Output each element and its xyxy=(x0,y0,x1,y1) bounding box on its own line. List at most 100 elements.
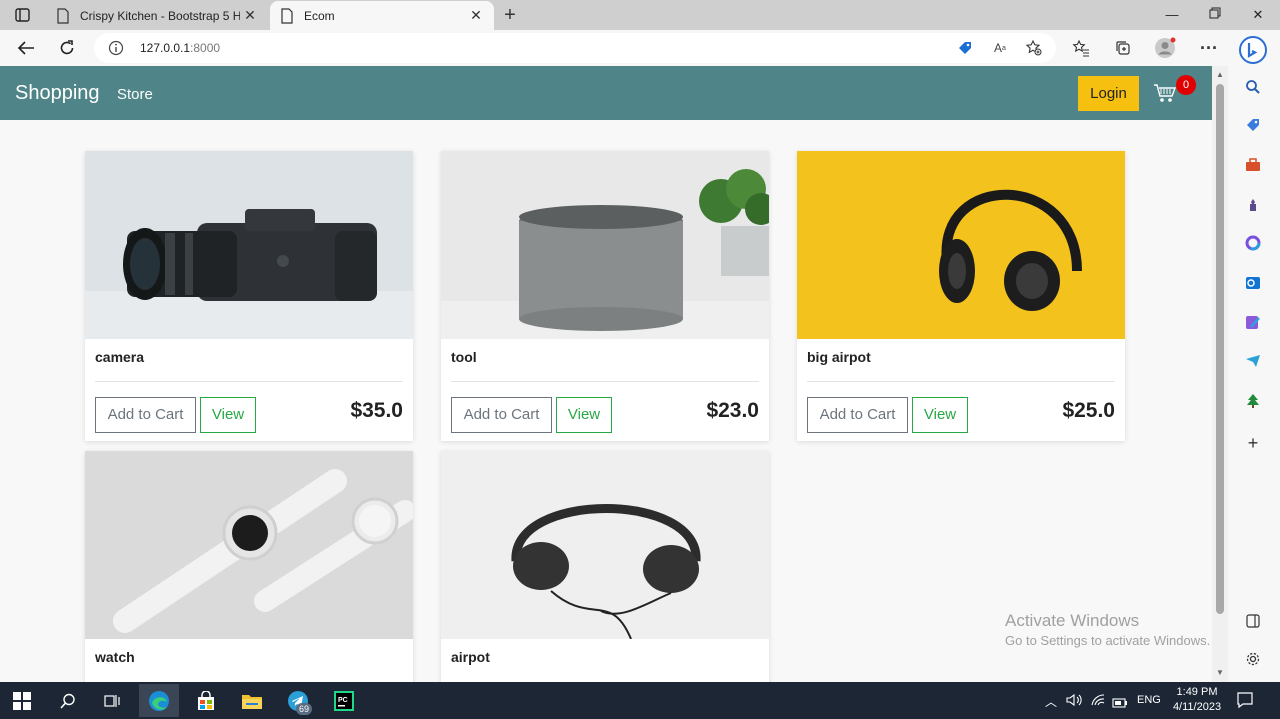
read-aloud-icon[interactable]: Aa xyxy=(991,39,1009,57)
add-favorite-icon[interactable] xyxy=(1025,39,1043,57)
tree-icon[interactable] xyxy=(1242,390,1264,412)
tab-crispy-kitchen[interactable]: Crispy Kitchen - Bootstrap 5 HTML ✕ xyxy=(46,1,268,30)
card-divider xyxy=(451,381,759,382)
view-button[interactable]: View xyxy=(200,397,256,433)
url-host: 127.0.0.1 xyxy=(140,41,191,55)
view-button[interactable]: View xyxy=(912,397,968,433)
card-divider xyxy=(95,381,403,382)
brand-link[interactable]: Shopping xyxy=(15,82,100,105)
taskbar-edge-icon[interactable] xyxy=(139,684,179,717)
restore-icon[interactable] xyxy=(1203,4,1227,26)
view-button[interactable]: View xyxy=(556,397,612,433)
card-divider xyxy=(807,381,1115,382)
close-window-icon[interactable]: ✕ xyxy=(1246,4,1270,26)
send-icon[interactable] xyxy=(1242,350,1264,372)
svg-text:PC: PC xyxy=(338,697,348,704)
volume-icon[interactable] xyxy=(1066,693,1082,712)
battery-icon[interactable] xyxy=(1112,695,1128,713)
more-options-icon[interactable]: ··· xyxy=(1197,36,1221,60)
search-icon[interactable] xyxy=(1242,76,1264,98)
tab-title: Ecom xyxy=(304,8,335,23)
url-text: 127.0.0.1:8000 xyxy=(140,41,220,55)
close-tab-icon[interactable]: ✕ xyxy=(242,7,258,23)
product-card-big-airpot: big airpot Add to Cart View $25.0 xyxy=(797,151,1125,441)
taskbar-store-icon[interactable] xyxy=(186,684,226,717)
product-image[interactable] xyxy=(441,451,769,639)
info-icon[interactable] xyxy=(108,40,124,56)
profile-avatar[interactable] xyxy=(1153,36,1177,60)
page-viewport: Shopping Store Login 0 camera Add to Car… xyxy=(0,66,1212,682)
clock-date: 4/11/2023 xyxy=(1172,701,1222,713)
minimize-icon[interactable]: — xyxy=(1160,4,1184,26)
add-to-cart-button[interactable]: Add to Cart xyxy=(451,397,552,433)
activation-watermark-text: Go to Settings to activate Windows. xyxy=(1005,633,1211,648)
close-tab-icon[interactable]: ✕ xyxy=(468,7,484,23)
tray-overflow-chevron-icon[interactable]: ︿ xyxy=(1045,693,1057,710)
site-navbar: Shopping Store Login 0 xyxy=(0,66,1212,120)
taskbar-telegram-icon[interactable]: 69 xyxy=(278,684,318,717)
tab-strip: Crispy Kitchen - Bootstrap 5 HTML ✕ Ecom… xyxy=(0,0,1280,30)
windows-taskbar: 69 PC ︿ ENG 1:49 PM 4/11/2023 xyxy=(0,682,1280,719)
tab-actions-icon[interactable] xyxy=(14,6,32,24)
scroll-thumb[interactable] xyxy=(1216,84,1224,614)
tools-icon[interactable] xyxy=(1242,154,1264,176)
product-card-camera: camera Add to Cart View $35.0 xyxy=(85,151,413,441)
wifi-icon[interactable] xyxy=(1090,693,1106,712)
taskbar-search-icon[interactable] xyxy=(48,684,88,717)
scroll-up-arrow-icon[interactable]: ▲ xyxy=(1215,70,1225,80)
microsoft-365-icon[interactable] xyxy=(1242,232,1264,254)
taskbar-clock[interactable]: 1:49 PM 4/11/2023 xyxy=(1168,685,1226,715)
scroll-down-arrow-icon[interactable]: ▼ xyxy=(1215,668,1225,678)
address-bar[interactable]: 127.0.0.1:8000 Aa xyxy=(94,33,1056,63)
coupon-tag-icon[interactable] xyxy=(956,39,974,57)
new-tab-icon[interactable]: + xyxy=(500,4,520,26)
page-icon xyxy=(57,7,69,24)
product-image[interactable] xyxy=(85,451,413,639)
hide-sidebar-icon[interactable] xyxy=(1242,610,1264,632)
collections-icon[interactable] xyxy=(1111,36,1135,60)
product-image[interactable] xyxy=(797,151,1125,339)
favorites-icon[interactable] xyxy=(1069,36,1093,60)
add-to-cart-button[interactable]: Add to Cart xyxy=(95,397,196,433)
refresh-icon[interactable] xyxy=(55,36,79,60)
add-to-cart-button[interactable]: Add to Cart xyxy=(807,397,908,433)
browser-toolbar: 127.0.0.1:8000 Aa ··· xyxy=(0,30,1280,66)
activation-watermark-title: Activate Windows xyxy=(1005,611,1140,630)
product-card-watch: watch xyxy=(85,451,413,682)
page-icon xyxy=(281,7,293,24)
telegram-unread-badge: 69 xyxy=(296,703,312,715)
task-view-icon[interactable] xyxy=(92,684,132,717)
back-icon[interactable] xyxy=(14,36,38,60)
games-icon[interactable] xyxy=(1242,194,1264,216)
shopping-tag-icon[interactable] xyxy=(1242,114,1264,136)
product-name: tool xyxy=(451,349,477,365)
page-scrollbar[interactable]: ▲ ▼ xyxy=(1212,66,1228,682)
product-price: $25.0 xyxy=(1062,399,1115,422)
start-windows-icon[interactable] xyxy=(2,684,42,717)
login-button[interactable]: Login xyxy=(1078,76,1139,111)
bing-chat-icon[interactable] xyxy=(1239,36,1267,64)
product-card-airpot: airpot xyxy=(441,451,769,682)
taskbar-pycharm-icon[interactable]: PC xyxy=(324,684,364,717)
url-port: :8000 xyxy=(190,41,221,55)
taskbar-file-explorer-icon[interactable] xyxy=(232,684,272,717)
cart-count-badge: 0 xyxy=(1176,75,1196,95)
nav-link-store[interactable]: Store xyxy=(117,86,153,103)
outlook-icon[interactable] xyxy=(1242,272,1264,294)
language-indicator[interactable]: ENG xyxy=(1137,694,1161,706)
settings-gear-icon[interactable] xyxy=(1242,648,1264,670)
product-price: $35.0 xyxy=(350,399,403,422)
notifications-icon[interactable] xyxy=(1236,691,1254,714)
designer-icon[interactable] xyxy=(1242,312,1264,334)
cart-icon[interactable] xyxy=(1153,82,1177,104)
tab-title: Crispy Kitchen - Bootstrap 5 HTML xyxy=(80,8,240,23)
product-image[interactable] xyxy=(85,151,413,339)
edge-sidebar: + xyxy=(1228,30,1280,682)
add-sidebar-app-icon[interactable]: + xyxy=(1242,432,1264,454)
product-name: airpot xyxy=(451,649,490,665)
product-name: big airpot xyxy=(807,349,871,365)
product-image[interactable] xyxy=(441,151,769,339)
tab-ecom[interactable]: Ecom ✕ xyxy=(270,1,494,30)
product-card-tool: tool Add to Cart View $23.0 xyxy=(441,151,769,441)
product-name: camera xyxy=(95,349,145,365)
